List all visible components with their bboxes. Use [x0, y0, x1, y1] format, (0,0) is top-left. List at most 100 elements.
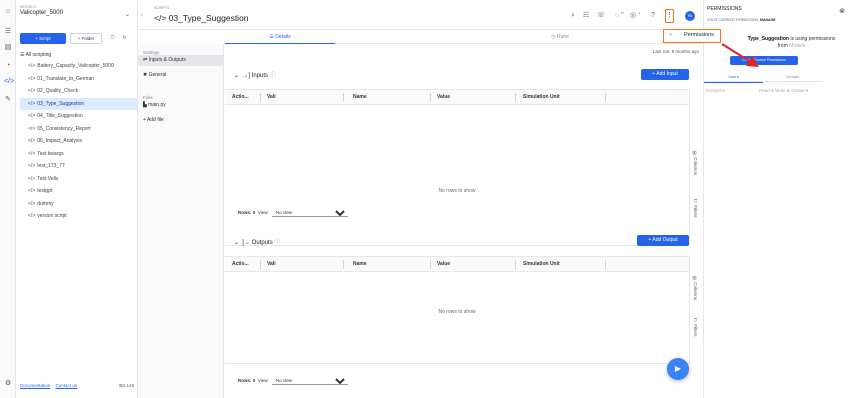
- column-divider[interactable]: [260, 260, 261, 269]
- script-item[interactable]: </> 06_Impact_Analysis: [20, 135, 138, 148]
- message-from-value[interactable]: Models: [789, 43, 805, 49]
- script-item-label: test_173_77: [37, 163, 65, 169]
- contact-link[interactable]: Contact us: [56, 383, 78, 388]
- view-select[interactable]: No view: [271, 377, 348, 385]
- column-header-validation[interactable]: Vali: [267, 257, 276, 272]
- column-header-action[interactable]: Actio...: [232, 257, 249, 272]
- create-custom-permissions-button[interactable]: Create Custom Permissions: [730, 56, 798, 65]
- column-divider[interactable]: [343, 93, 344, 102]
- column-header-name[interactable]: Name: [353, 257, 367, 272]
- add-input-button[interactable]: + Add Input: [641, 69, 689, 80]
- avatar[interactable]: PA: [685, 11, 695, 21]
- add-output-button[interactable]: + Add Output: [637, 235, 689, 246]
- script-item[interactable]: </> 03_Type_Suggestion: [20, 97, 138, 110]
- script-item[interactable]: </> testgpt: [20, 185, 138, 198]
- script-item[interactable]: </> Test Vells: [20, 173, 138, 186]
- column-divider[interactable]: [515, 93, 516, 102]
- bell-icon[interactable]: ◌ 57: [612, 11, 624, 21]
- check-icon[interactable]: ◎ 4: [628, 11, 640, 21]
- layers-icon[interactable]: ☰: [4, 28, 12, 36]
- script-item[interactable]: </> 04_Title_Suggestion: [20, 110, 138, 123]
- message-script-name: Type_Suggestion: [747, 36, 789, 42]
- filters-toggle[interactable]: ⛉ Filters: [693, 199, 698, 218]
- list-icon[interactable]: ☷: [581, 11, 591, 21]
- filters-toggle[interactable]: ⛉ Filters: [693, 318, 698, 337]
- document-icon[interactable]: ▤: [4, 44, 12, 52]
- everyone-permission-select[interactable]: Read & Write & Create ▾: [759, 88, 808, 94]
- tab-users[interactable]: Users: [704, 72, 763, 83]
- columns-toggle[interactable]: ▥ Columns: [693, 151, 698, 175]
- script-item[interactable]: </> 01_Translate_to_German: [20, 73, 138, 86]
- column-divider[interactable]: [430, 93, 431, 102]
- tab-groups[interactable]: Groups: [763, 72, 822, 82]
- permission-message: Type_Suggestion is using permissions fro…: [734, 36, 848, 49]
- code-icon: </>: [28, 150, 36, 157]
- settings-item-inputs-outputs[interactable]: ⇄ Inputs & Outputs: [138, 55, 223, 66]
- script-item[interactable]: </> Battery_Capacity_Valicopter_5000: [20, 60, 138, 73]
- close-icon[interactable]: ⊗: [839, 7, 845, 15]
- column-divider[interactable]: [605, 260, 606, 269]
- column-header-validation[interactable]: Vali: [267, 90, 276, 105]
- model-selector[interactable]: MODELS Valicopter_5000 ⌄: [20, 5, 134, 23]
- script-item-label: Battery_Capacity_Valicopter_5000: [37, 63, 114, 69]
- column-header-simulation-unit[interactable]: Simulation Unit: [523, 90, 560, 105]
- add-folder-button[interactable]: + Folder: [70, 33, 102, 44]
- everyone-permission-value: Read & Write & Create: [759, 88, 805, 93]
- add-script-button[interactable]: + Script: [20, 33, 66, 44]
- column-header-simulation-unit[interactable]: Simulation Unit: [523, 257, 560, 272]
- column-header-value[interactable]: Value: [437, 257, 450, 272]
- file-item-label: main.py: [148, 102, 166, 108]
- run-script-button[interactable]: ▶: [667, 358, 689, 380]
- script-item[interactable]: </> 02_Quality_Check: [20, 85, 138, 98]
- script-item[interactable]: </> dummy: [20, 198, 138, 211]
- tab-details[interactable]: ☰ Details: [225, 30, 335, 44]
- documentation-link[interactable]: Documentation: [20, 383, 50, 388]
- code-icon: </>: [28, 88, 36, 94]
- last-run-label: Last run: 9 months ago: [652, 49, 699, 54]
- pin-icon[interactable]: ✎: [4, 96, 12, 104]
- file-item-main-py[interactable]: ▙ main.py: [138, 100, 223, 111]
- script-item-label: dummy: [37, 200, 54, 207]
- view-select[interactable]: No view: [271, 209, 348, 217]
- detail-tabs: ☰ Details ◷ Runs: [225, 30, 703, 44]
- chat-icon[interactable]: ☏: [596, 11, 606, 21]
- script-item[interactable]: </> 05_Consistency_Report: [20, 123, 138, 136]
- column-divider[interactable]: [343, 260, 344, 269]
- settings-item-general[interactable]: ✖ General: [138, 70, 223, 81]
- add-file-button[interactable]: + Add file: [138, 115, 223, 126]
- home-icon[interactable]: ⌂: [4, 8, 12, 16]
- tree-root[interactable]: ☰ All scripting: [20, 50, 138, 60]
- column-divider[interactable]: [260, 93, 261, 102]
- pagination: Rows: 0 View: No view: [238, 209, 348, 217]
- gear-icon[interactable]: ⚙: [4, 380, 12, 388]
- script-item[interactable]: </> version script: [20, 210, 138, 223]
- column-header-action[interactable]: Actio...: [232, 90, 249, 105]
- permissions-tab[interactable]: ⌕ Permissions: [663, 29, 721, 43]
- analytics-icon[interactable]: ◔: [4, 62, 12, 70]
- columns-toggle[interactable]: ▥ Columns: [693, 276, 698, 300]
- column-divider[interactable]: [515, 260, 516, 269]
- chevron-down-icon[interactable]: ⌄: [125, 11, 130, 18]
- outputs-section-header[interactable]: ⌄ [→ Outputs ⓘ: [234, 237, 280, 246]
- column-divider[interactable]: [605, 93, 606, 102]
- collapse-sidebar-icon[interactable]: ‹: [141, 13, 143, 19]
- column-header-name[interactable]: Name: [353, 90, 367, 105]
- script-item[interactable]: </> Test kwargs: [20, 148, 138, 161]
- filter-icon: ⛉: [693, 318, 698, 323]
- more-options-button[interactable]: ⋮: [665, 9, 674, 23]
- tab-runs[interactable]: ◷ Runs: [505, 30, 615, 44]
- refresh-icon[interactable]: ↻: [120, 34, 129, 43]
- code-icon: </>: [28, 125, 36, 132]
- inputs-section-header[interactable]: ⌄ →] Inputs ⓘ: [234, 70, 276, 79]
- column-divider[interactable]: [430, 260, 431, 269]
- script-item[interactable]: </> test_173_77: [20, 160, 138, 173]
- chevron-down-icon: ▾: [805, 88, 809, 93]
- info-icon: ⓘ: [269, 73, 276, 79]
- settings-item-label: General: [148, 72, 167, 78]
- code-icon[interactable]: </>: [4, 78, 14, 86]
- help-icon[interactable]: ?: [648, 11, 658, 21]
- check-badge: 4: [638, 11, 640, 15]
- filter-icon[interactable]: ⛉: [108, 34, 117, 43]
- column-header-value[interactable]: Value: [437, 90, 450, 105]
- search-icon[interactable]: ⌕: [568, 11, 578, 21]
